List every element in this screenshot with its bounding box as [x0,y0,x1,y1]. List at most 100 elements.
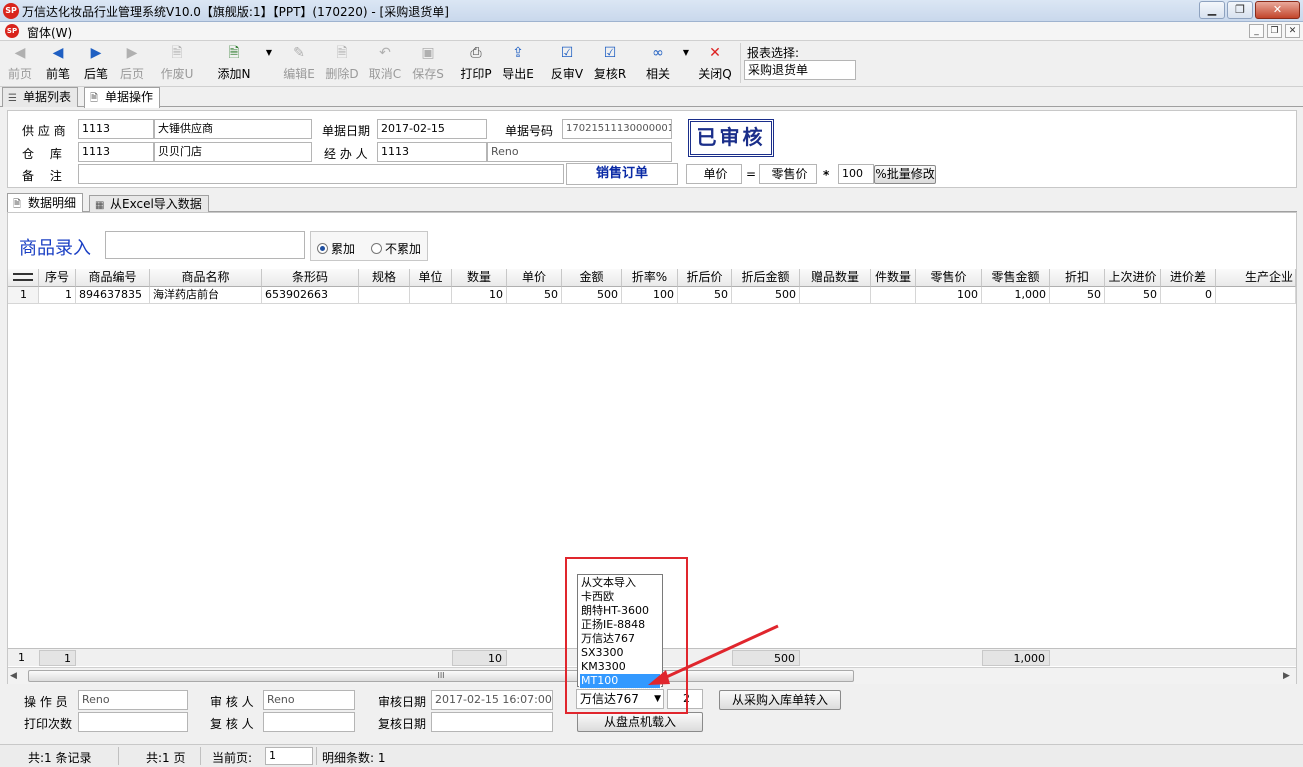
tab-excel-import[interactable]: ▦ 从Excel导入数据 [89,195,209,212]
cell-pieces[interactable] [871,287,916,304]
cell-seq[interactable]: 1 [39,287,76,304]
from-purchase-button[interactable]: 从采购入库单转入 [719,690,841,710]
summary-row-number: 1 [18,651,25,664]
col-header-last-price[interactable]: 上次进价 [1105,269,1161,287]
scroll-left-icon[interactable]: ◀ [10,671,17,681]
review-button[interactable]: ☑ 复核R [592,44,628,86]
reviewer-field[interactable] [263,712,355,732]
mdi-minimize-icon[interactable]: _ [1249,24,1264,38]
multiplier-field[interactable]: 100 [838,164,874,184]
col-header-qty[interactable]: 数量 [452,269,507,287]
minimize-button[interactable]: ▁ [1199,1,1225,19]
col-header-retail-price[interactable]: 零售价 [916,269,982,287]
cell-rate[interactable]: 100 [622,287,678,304]
col-header-maker[interactable]: 生产企业 [1216,269,1296,287]
col-header-code[interactable]: 商品编号 [76,269,150,287]
tab-document-operation[interactable]: 🗎 单据操作 [84,87,161,108]
col-header-retail-amount[interactable]: 零售金额 [982,269,1050,287]
toolbar: ◀ 前页 ◀ 前笔 ▶ 后笔 ▶ 后页 🗎 作废U 🗎 添加N ▼ ✎ 编辑E 🗎 删除D ↶ 取… [0,41,1303,87]
col-header-seq[interactable]: 序号 [39,269,76,287]
col-header-pieces[interactable]: 件数量 [871,269,916,287]
supplier-name-field[interactable]: 大锤供应商 [154,119,312,139]
review-date-field[interactable] [431,712,553,732]
sales-order-link[interactable]: 销售订单 [566,163,678,185]
tab-data-detail[interactable]: 🗎 数据明细 [7,193,84,213]
cell-spec[interactable] [359,287,410,304]
tab-document-list[interactable]: ☰ 单据列表 [2,87,79,107]
delete-button[interactable]: 🗎 删除D [324,44,360,86]
remark-field[interactable] [78,164,564,184]
price-source-select[interactable]: 零售价 [759,164,817,184]
add-dropdown-arrow[interactable]: ▼ [264,44,274,86]
operator-field[interactable]: Reno [78,690,188,710]
close-button[interactable]: ✕ 关闭Q [697,44,733,86]
batch-modify-button[interactable]: %批量修改 [874,165,936,184]
cell-price[interactable]: 50 [507,287,562,304]
handler-code-field[interactable]: 1113 [377,142,487,162]
col-header-price-diff[interactable]: 进价差 [1161,269,1216,287]
col-header-price[interactable]: 单价 [507,269,562,287]
from-inventory-button[interactable]: 从盘点机载入 [577,712,703,732]
add-button[interactable]: 🗎 添加N [214,44,254,86]
cell-price-diff[interactable]: 0 [1161,287,1216,304]
void-button[interactable]: 🗎 作废U [158,44,196,86]
print-button[interactable]: ⎙ 打印P [458,44,494,86]
col-header-disc-price[interactable]: 折后价 [678,269,732,287]
col-header-name[interactable]: 商品名称 [150,269,262,287]
maximize-button[interactable]: ❐ [1227,1,1253,19]
scroll-right-icon[interactable]: ▶ [1283,671,1290,681]
cell-gift-qty[interactable] [800,287,871,304]
print-count-field[interactable] [78,712,188,732]
document-date-field[interactable]: 2017-02-15 [377,119,487,139]
cell-barcode[interactable]: 653902663 [262,287,359,304]
warehouse-code-field[interactable]: 1113 [78,142,154,162]
handler-name-field[interactable]: Reno [487,142,672,162]
col-header-amount[interactable]: 金额 [562,269,622,287]
cell-last-price[interactable]: 50 [1105,287,1161,304]
cell-retail-price[interactable]: 100 [916,287,982,304]
grid-corner[interactable] [8,269,39,287]
warehouse-name-field[interactable]: 贝贝门店 [154,142,312,162]
first-page-button[interactable]: ◀ 前页 [4,44,36,86]
col-header-barcode[interactable]: 条形码 [262,269,359,287]
mdi-restore-icon[interactable]: ❐ [1267,24,1282,38]
auditor-field[interactable]: Reno [263,690,355,710]
goods-entry-input[interactable] [105,231,305,259]
last-page-button[interactable]: ▶ 后页 [116,44,148,86]
close-window-button[interactable]: ✕ [1255,1,1300,19]
col-header-disc-amount[interactable]: 折后金额 [732,269,800,287]
edit-button[interactable]: ✎ 编辑E [280,44,318,86]
report-select[interactable]: 采购退货单 [744,60,856,80]
unaudit-button[interactable]: ☑ 反审V [548,44,586,86]
cell-maker[interactable] [1216,287,1296,304]
col-header-unit[interactable]: 单位 [410,269,452,287]
supplier-code-field[interactable]: 1113 [78,119,154,139]
related-button[interactable]: ∞ 相关 [642,44,674,86]
col-header-gift-qty[interactable]: 赠品数量 [800,269,871,287]
col-header-rate[interactable]: 折率% [622,269,678,287]
col-header-discount[interactable]: 折扣 [1050,269,1105,287]
next-record-button[interactable]: ▶ 后笔 [80,44,112,86]
cell-unit[interactable] [410,287,452,304]
current-page-input[interactable]: 1 [265,747,313,765]
menu-window[interactable]: 窗体(W) [27,24,72,41]
cell-retail-amount[interactable]: 1,000 [982,287,1050,304]
audit-date-field[interactable]: 2017-02-15 16:07:00 [431,690,553,710]
cell-code[interactable]: 894637835 [76,287,150,304]
cancel-button[interactable]: ↶ 取消C [367,44,403,86]
prev-record-button[interactable]: ◀ 前笔 [42,44,74,86]
mdi-close-icon[interactable]: ✕ [1285,24,1300,38]
accumulate-radio[interactable]: 累加 [317,240,355,257]
cell-name[interactable]: 海洋药店前台 [150,287,262,304]
save-button[interactable]: ▣ 保存S [410,44,446,86]
related-dropdown-arrow[interactable]: ▼ [681,44,691,86]
cell-amount[interactable]: 500 [562,287,622,304]
document-number-field[interactable]: 17021511130000001 [562,119,672,139]
cell-disc-price[interactable]: 50 [678,287,732,304]
cell-qty[interactable]: 10 [452,287,507,304]
export-button[interactable]: ⇪ 导出E [500,44,536,86]
cell-disc-amount[interactable]: 500 [732,287,800,304]
no-accumulate-radio[interactable]: 不累加 [371,240,421,257]
col-header-spec[interactable]: 规格 [359,269,410,287]
cell-discount[interactable]: 50 [1050,287,1105,304]
